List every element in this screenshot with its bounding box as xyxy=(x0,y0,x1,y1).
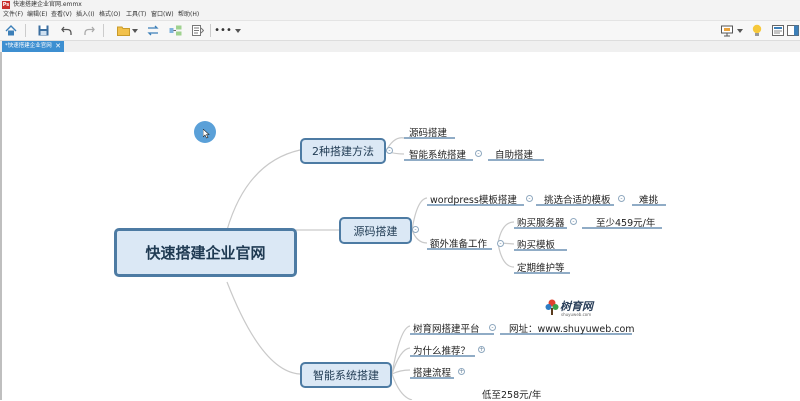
toolbar: ••• xyxy=(0,21,800,41)
menu-window[interactable]: 窗口(W) xyxy=(151,10,174,20)
leaf-build-process[interactable]: 搭建流程 xyxy=(413,365,451,379)
collapse-toggle[interactable]: - xyxy=(412,226,419,233)
menu-help[interactable]: 帮助(H) xyxy=(178,10,199,20)
leaf-price-from[interactable]: 低至258元/年 xyxy=(482,387,541,401)
logo-domain: shuyuweb.com xyxy=(561,312,592,317)
logo-mark-icon xyxy=(545,299,559,315)
tab-label: *快速搭建企业官网 xyxy=(5,43,52,49)
leaf-website-url[interactable]: 网址：www.shuyuweb.com xyxy=(509,321,635,335)
chevron-down-icon[interactable] xyxy=(131,24,139,37)
outline-icon[interactable] xyxy=(191,24,205,37)
leaf-pick-template[interactable]: 挑选合适的模板 xyxy=(544,192,611,206)
leaf-self-build[interactable]: 自助搭建 xyxy=(495,147,533,161)
close-icon[interactable]: ✕ xyxy=(55,41,61,52)
app-icon: Ps xyxy=(2,1,10,9)
expand-toggle[interactable]: + xyxy=(458,368,465,375)
collapse-toggle[interactable]: - xyxy=(489,324,496,331)
present-icon[interactable] xyxy=(720,24,734,37)
tab-bar: *快速搭建企业官网 ✕ xyxy=(0,41,800,52)
sidebar-toggle-icon[interactable] xyxy=(786,24,800,37)
save-icon[interactable] xyxy=(36,24,50,37)
branch-node-methods[interactable]: 2种搭建方法 xyxy=(300,138,386,164)
menu-view[interactable]: 查看(V) xyxy=(51,10,72,20)
folder-icon[interactable] xyxy=(116,24,130,37)
menu-tools[interactable]: 工具(T) xyxy=(126,10,146,20)
leaf-hard-to-pick[interactable]: 难挑 xyxy=(639,192,658,206)
leaf-server-price[interactable]: 至少459元/年 xyxy=(596,215,655,229)
leaf-smart-build[interactable]: 智能系统搭建 xyxy=(409,147,466,161)
chevron-down-icon[interactable] xyxy=(234,24,242,37)
home-icon[interactable] xyxy=(4,24,18,37)
mouse-pointer-icon xyxy=(203,129,210,139)
shuyuweb-logo: 树育网 shuyuweb.com xyxy=(545,298,601,318)
chevron-down-icon[interactable] xyxy=(736,24,744,37)
menu-file[interactable]: 文件(F) xyxy=(3,10,23,20)
leaf-wordpress-template[interactable]: wordpress模板搭建 xyxy=(430,192,517,206)
leaf-source-build[interactable]: 源码搭建 xyxy=(409,125,447,139)
leaf-why-recommend[interactable]: 为什么推荐？ xyxy=(413,343,470,357)
branch-node-smart-system[interactable]: 智能系统搭建 xyxy=(300,362,392,388)
redo-icon[interactable] xyxy=(82,24,96,37)
collapse-toggle[interactable]: - xyxy=(475,150,482,157)
collapse-toggle[interactable]: - xyxy=(497,240,504,247)
lightbulb-icon[interactable] xyxy=(750,24,764,37)
menu-insert[interactable]: 插入(I) xyxy=(76,10,94,20)
more-icon[interactable]: ••• xyxy=(214,24,232,37)
collapse-toggle[interactable]: - xyxy=(526,195,533,202)
panel-icon[interactable] xyxy=(771,24,785,37)
sync-icon[interactable] xyxy=(146,24,160,37)
collapse-toggle[interactable]: - xyxy=(570,218,577,225)
undo-icon[interactable] xyxy=(59,24,73,37)
root-node[interactable]: 快速搭建企业官网 xyxy=(114,228,297,277)
leaf-buy-server[interactable]: 购买服务器 xyxy=(517,215,565,229)
menu-bar: 文件(F) 编辑(E) 查看(V) 插入(I) 格式(O) 工具(T) 窗口(W… xyxy=(0,10,800,21)
leaf-buy-template[interactable]: 购买模板 xyxy=(517,237,555,251)
mindmap-canvas[interactable]: 快速搭建企业官网 2种搭建方法 源码搭建 智能系统搭建 源码搭建 智能系统搭建 … xyxy=(0,52,800,401)
leaf-maintenance[interactable]: 定期维护等 xyxy=(517,260,565,274)
menu-edit[interactable]: 编辑(E) xyxy=(27,10,47,20)
expand-toggle[interactable]: + xyxy=(478,346,485,353)
title-bar: Ps 快速搭建企业官网.emmx xyxy=(0,0,800,10)
menu-format[interactable]: 格式(O) xyxy=(99,10,120,20)
collapse-toggle[interactable]: - xyxy=(386,147,393,154)
layout-icon[interactable] xyxy=(168,24,182,37)
leaf-shuyu-platform[interactable]: 树育网搭建平台 xyxy=(413,321,480,335)
leaf-extra-prep[interactable]: 额外准备工作 xyxy=(430,236,487,250)
window-title: 快速搭建企业官网.emmx xyxy=(13,1,82,8)
collapse-toggle[interactable]: - xyxy=(618,195,625,202)
tab-document[interactable]: *快速搭建企业官网 ✕ xyxy=(2,41,64,52)
branch-node-source-code[interactable]: 源码搭建 xyxy=(339,217,412,244)
